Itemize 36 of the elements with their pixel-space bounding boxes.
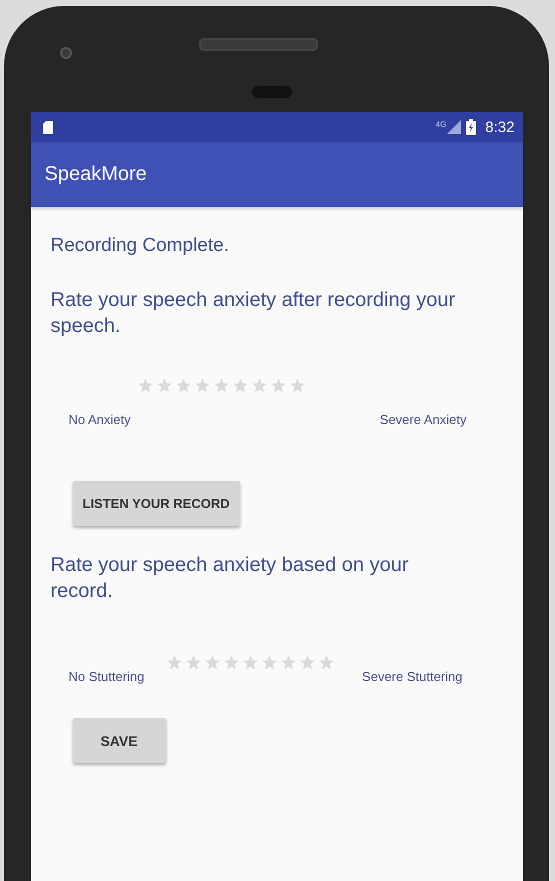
sd-card-icon [42,120,52,134]
star-icon [166,654,182,671]
star-icon [156,377,172,394]
star-icon [250,377,268,394]
star-icon [288,377,306,394]
scale-label: Severe Stuttering [362,669,462,684]
listen-button[interactable]: LISTEN YOUR RECORD [72,481,240,526]
star-icon [242,654,258,671]
clock: 8:32 [485,118,514,136]
rating-bar[interactable] [166,654,336,671]
star-icon [232,377,248,394]
star-icon [184,654,202,671]
prompt-text: Rate your speech anxiety after recording your speech. [50,288,456,339]
app-title: SpeakMore [44,163,147,186]
star-icon [222,654,240,671]
scale-label: No Stuttering [68,669,144,684]
scale-label: No Anxiety [68,412,131,427]
scale-label: Severe Anxiety [380,412,466,427]
star-icon [270,377,286,394]
save-button[interactable]: SAVE [72,718,166,763]
star-icon [194,377,210,394]
star-icon [260,654,278,671]
signal-icon [447,120,462,134]
status-text: Recording Complete. [50,235,230,257]
star-icon [280,654,296,671]
prompt-text: Rate your speech anxiety based on your record. [50,553,410,604]
battery-icon [466,119,476,135]
star-icon [204,654,220,671]
network-type: 4G [436,120,446,129]
star-icon [174,377,192,394]
camera-icon [59,46,73,60]
star-icon [318,654,334,671]
rating-bar[interactable] [136,377,306,394]
star-icon [298,654,316,671]
star-icon [212,377,230,394]
star-icon [136,377,154,394]
